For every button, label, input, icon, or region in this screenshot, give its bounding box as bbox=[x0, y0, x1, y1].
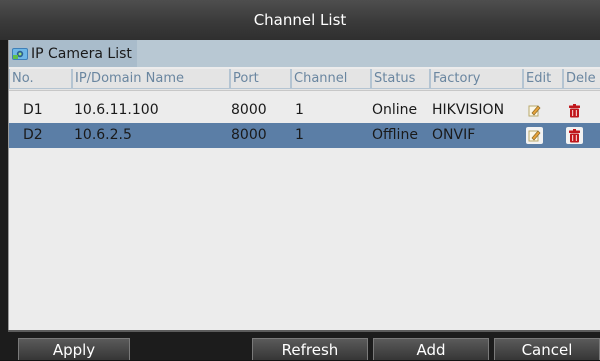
channel-list-dialog: Channel List IP Camera List No. IP/Domai… bbox=[0, 0, 600, 360]
cell-status: Online bbox=[372, 102, 418, 118]
col-port[interactable]: Port bbox=[230, 69, 291, 89]
delete-icon[interactable] bbox=[566, 127, 583, 144]
cell-factory: HIKVISION bbox=[432, 102, 505, 118]
cell-channel: 1 bbox=[295, 127, 304, 143]
add-button[interactable]: Add bbox=[373, 338, 489, 360]
col-channel[interactable]: Channel bbox=[291, 69, 371, 89]
section-header: IP Camera List bbox=[9, 40, 600, 67]
col-delete[interactable]: Dele bbox=[563, 69, 600, 89]
cell-channel: 1 bbox=[295, 102, 304, 118]
cell-no: D2 bbox=[23, 127, 43, 143]
col-factory[interactable]: Factory bbox=[430, 69, 523, 89]
cell-port: 8000 bbox=[231, 127, 267, 143]
ip-camera-list-tab[interactable]: IP Camera List bbox=[9, 40, 137, 67]
panel-bottom-border bbox=[8, 330, 600, 332]
cell-port: 8000 bbox=[231, 102, 267, 118]
refresh-button[interactable]: Refresh bbox=[252, 338, 368, 360]
dialog-title: Channel List bbox=[0, 0, 600, 40]
ip-camera-panel: IP Camera List No. IP/Domain Name Port C… bbox=[8, 40, 600, 330]
edit-icon[interactable] bbox=[526, 127, 543, 144]
edit-icon[interactable] bbox=[526, 102, 543, 119]
cancel-button[interactable]: Cancel bbox=[494, 338, 600, 360]
apply-button[interactable]: Apply bbox=[18, 338, 130, 360]
table-row[interactable]: D2 10.6.2.5 8000 1 Offline ONVIF bbox=[9, 123, 600, 148]
cell-ip: 10.6.2.5 bbox=[74, 127, 132, 143]
cell-no: D1 bbox=[23, 102, 43, 118]
delete-icon[interactable] bbox=[566, 102, 583, 119]
table-header: No. IP/Domain Name Port Channel Status F… bbox=[9, 69, 600, 91]
col-ip-domain[interactable]: IP/Domain Name bbox=[72, 69, 230, 89]
camera-icon bbox=[12, 47, 28, 60]
col-no[interactable]: No. bbox=[9, 69, 72, 89]
section-title-label: IP Camera List bbox=[31, 45, 132, 62]
cell-factory: ONVIF bbox=[432, 127, 476, 143]
col-edit[interactable]: Edit bbox=[523, 69, 563, 89]
col-status[interactable]: Status bbox=[371, 69, 430, 89]
table-row[interactable]: D1 10.6.11.100 8000 1 Online HIKVISION bbox=[9, 98, 600, 123]
cell-status: Offline bbox=[372, 127, 418, 143]
cell-ip: 10.6.11.100 bbox=[74, 102, 159, 118]
